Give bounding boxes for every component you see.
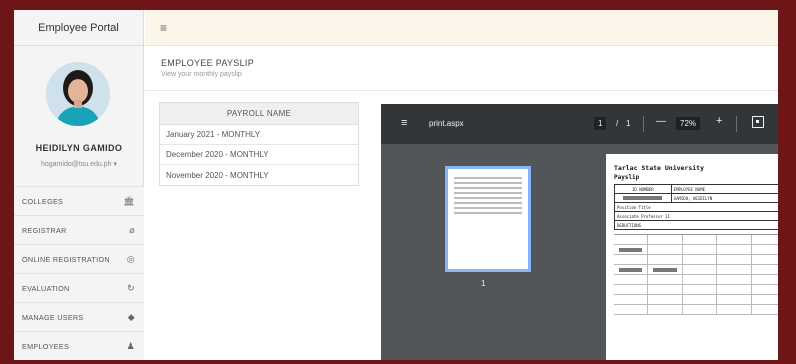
page-title: EMPLOYEE PAYSLIP bbox=[161, 58, 255, 68]
employee-name-header: EMPLOYEE NAME bbox=[672, 185, 778, 193]
zoom-in-icon[interactable]: + bbox=[716, 115, 722, 127]
toolbar-divider bbox=[736, 116, 737, 132]
sidebar-item-label: EMPLOYEES bbox=[22, 341, 70, 351]
brand-title[interactable]: Employee Portal bbox=[14, 10, 143, 46]
position-title-label: Position Title bbox=[615, 203, 778, 211]
document-org: Tarlac State University bbox=[614, 164, 705, 172]
payroll-row[interactable]: January 2021 - MONTHLY bbox=[160, 125, 358, 145]
portal-window: Employee Portal HEIDILYN GAMIDO hogamido… bbox=[14, 10, 778, 360]
pdf-viewer: ≡ print.aspx 1 / 1 — 72% + 1 Tarlac Stat… bbox=[381, 104, 778, 360]
zoom-input[interactable]: 72% bbox=[676, 117, 701, 130]
deductions-table bbox=[614, 234, 778, 315]
fit-page-icon[interactable] bbox=[752, 116, 764, 128]
payroll-table-header: PAYROLL NAME bbox=[160, 103, 358, 125]
pdf-toolbar: ≡ print.aspx 1 / 1 — 72% + bbox=[381, 104, 778, 144]
id-number-value bbox=[615, 194, 672, 202]
document-title: Payslip bbox=[614, 174, 640, 181]
bank-icon: 🏛 bbox=[123, 195, 135, 206]
avatar bbox=[46, 62, 110, 126]
user-photo bbox=[46, 62, 110, 126]
user-name: HEIDILYN GAMIDO bbox=[35, 143, 123, 153]
user-email-dropdown[interactable]: hogamido@tsu.edu.ph ▾ bbox=[14, 160, 144, 168]
sidebar-item-label: REGISTRAR bbox=[22, 225, 67, 235]
toolbar-divider bbox=[643, 116, 644, 132]
thumbnail-page-number: 1 bbox=[481, 279, 486, 288]
id-number-header: ID NUMBER bbox=[615, 185, 672, 193]
payroll-row[interactable]: December 2020 - MONTHLY bbox=[160, 145, 358, 165]
sidebar-item-manage-users[interactable]: MANAGE USERS ◆ bbox=[14, 302, 144, 331]
top-bar: ≡ bbox=[145, 10, 778, 46]
tag-icon: ◆ bbox=[127, 311, 135, 322]
outer-frame: Employee Portal HEIDILYN GAMIDO hogamido… bbox=[0, 0, 796, 364]
hamburger-icon[interactable]: ≡ bbox=[160, 21, 167, 35]
sidebar-item-label: ONLINE REGISTRATION bbox=[22, 254, 110, 264]
user-email: hogamido@tsu.edu.ph bbox=[40, 161, 112, 168]
user-icon: ♟ bbox=[126, 340, 135, 351]
position-title-value: Associate Professor II bbox=[615, 212, 778, 220]
page-separator: / bbox=[616, 119, 619, 128]
registration-icon: ◎ bbox=[126, 253, 135, 264]
caret-down-icon: ▾ bbox=[113, 161, 117, 168]
refresh-icon: ↻ bbox=[127, 282, 135, 293]
pdf-filename: print.aspx bbox=[429, 119, 464, 128]
sidebar-item-online-registration[interactable]: ONLINE REGISTRATION ◎ bbox=[14, 244, 144, 273]
sidebar: Employee Portal HEIDILYN GAMIDO hogamido… bbox=[14, 10, 144, 360]
thumbnail-preview bbox=[454, 177, 522, 217]
sidebar-item-label: EVALUATION bbox=[22, 283, 70, 293]
deductions-label: DEDUCTIONS bbox=[615, 221, 778, 229]
paperclip-icon: ⌀ bbox=[129, 224, 135, 235]
payslip-header-grid: ID NUMBER EMPLOYEE NAME GAMIDO, HEIDILYN… bbox=[614, 184, 778, 230]
page-number-input[interactable]: 1 bbox=[594, 117, 607, 130]
sidebar-item-label: MANAGE USERS bbox=[22, 312, 84, 322]
pdf-page: Tarlac State University Payslip ID NUMBE… bbox=[606, 154, 778, 360]
sidebar-nav: COLLEGES 🏛 REGISTRAR ⌀ ONLINE REGISTRATI… bbox=[14, 186, 144, 360]
zoom-out-icon[interactable]: — bbox=[656, 116, 666, 127]
sidebar-item-registrar[interactable]: REGISTRAR ⌀ bbox=[14, 215, 144, 244]
sidebar-item-employees[interactable]: EMPLOYEES ♟ bbox=[14, 331, 144, 360]
employee-name-value: GAMIDO, HEIDILYN bbox=[672, 194, 778, 202]
sidebar-toggle-icon[interactable]: ≡ bbox=[401, 117, 407, 129]
payroll-table: PAYROLL NAME January 2021 - MONTHLY Dece… bbox=[159, 102, 359, 186]
sidebar-item-evaluation[interactable]: EVALUATION ↻ bbox=[14, 273, 144, 302]
payroll-row[interactable]: November 2020 - MONTHLY bbox=[160, 165, 358, 185]
header-divider bbox=[145, 90, 778, 91]
sidebar-item-colleges[interactable]: COLLEGES 🏛 bbox=[14, 186, 144, 215]
total-pages: 1 bbox=[626, 119, 631, 128]
sidebar-item-label: COLLEGES bbox=[22, 196, 64, 206]
page-subtitle: View your monthly payslip bbox=[161, 71, 242, 78]
page-thumbnail[interactable] bbox=[445, 166, 531, 272]
